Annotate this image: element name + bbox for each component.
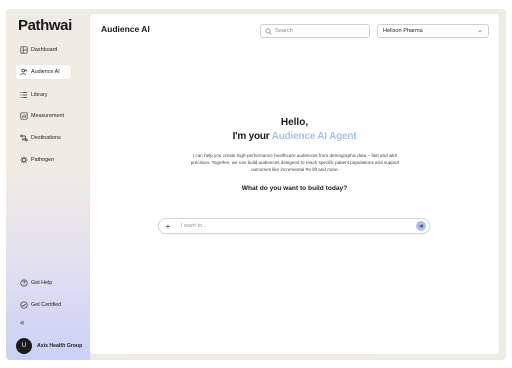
prompt-box[interactable]: +: [158, 218, 430, 234]
agent-description: I can help you create high-performance h…: [190, 153, 400, 172]
sidebar-item-audience-ai[interactable]: Audience AI: [16, 65, 71, 79]
sidebar-item-get-certified[interactable]: Get Certified: [16, 298, 71, 312]
add-attachment-button[interactable]: +: [159, 222, 177, 231]
send-button[interactable]: [416, 221, 426, 231]
layout-icon: [20, 46, 28, 54]
sidebar-item-label: Dashboard: [31, 47, 58, 53]
sidebar-item-label: Pathogen: [31, 157, 55, 163]
audience-icon: [20, 68, 28, 76]
sidebar-item-label: Measurement: [31, 113, 64, 119]
sidebar-item-label: Destinations: [31, 135, 61, 141]
collapse-sidebar-button[interactable]: «: [20, 318, 24, 327]
sidebar-item-library[interactable]: Library: [16, 88, 71, 102]
sidebar-item-label: Library: [31, 92, 48, 98]
chevron-down-icon: [478, 30, 482, 33]
sidebar-item-label: Audience AI: [31, 69, 60, 75]
destinations-icon: [20, 134, 28, 142]
gear-icon: [20, 156, 28, 164]
arrow-right-icon: [419, 224, 424, 228]
prompt-question: What do you want to build today?: [241, 185, 348, 192]
organization-select-value: Helixon Pharma: [383, 28, 423, 34]
sidebar-item-label: Get Certified: [31, 302, 62, 308]
greeting: Hello,: [280, 117, 309, 128]
search-input[interactable]: [275, 28, 365, 34]
agent-name: Audience AI Agent: [271, 131, 357, 142]
search-box[interactable]: [260, 24, 370, 38]
prompt-input[interactable]: [181, 223, 416, 229]
agent-heading-prefix: I'm your: [232, 131, 272, 142]
sidebar-item-dashboard[interactable]: Dashboard: [16, 43, 71, 57]
user-profile[interactable]: U Axis Health Group: [16, 338, 82, 354]
sidebar-item-label: Get Help: [31, 280, 53, 286]
check-circle-icon: [20, 301, 28, 309]
main-panel: Audience AI Helixon Pharma Hello, I'm yo…: [90, 14, 499, 354]
avatar: U: [16, 338, 32, 354]
user-name: Axis Health Group: [37, 343, 83, 349]
sidebar-item-measurement[interactable]: Measurement: [16, 109, 71, 123]
agent-heading: I'm your Audience AI Agent: [90, 131, 499, 142]
app-logo[interactable]: Pathwai: [18, 17, 72, 34]
organization-select[interactable]: Helixon Pharma: [377, 24, 489, 38]
search-icon: [265, 27, 272, 35]
sidebar-item-pathogen[interactable]: Pathogen: [16, 153, 71, 167]
list-icon: [20, 91, 28, 99]
measurement-icon: [20, 112, 28, 120]
sidebar-item-destinations[interactable]: Destinations: [16, 131, 71, 145]
sidebar-item-get-help[interactable]: Get Help: [16, 276, 71, 290]
page-title: Audience AI: [101, 24, 150, 34]
help-icon: [20, 279, 28, 287]
